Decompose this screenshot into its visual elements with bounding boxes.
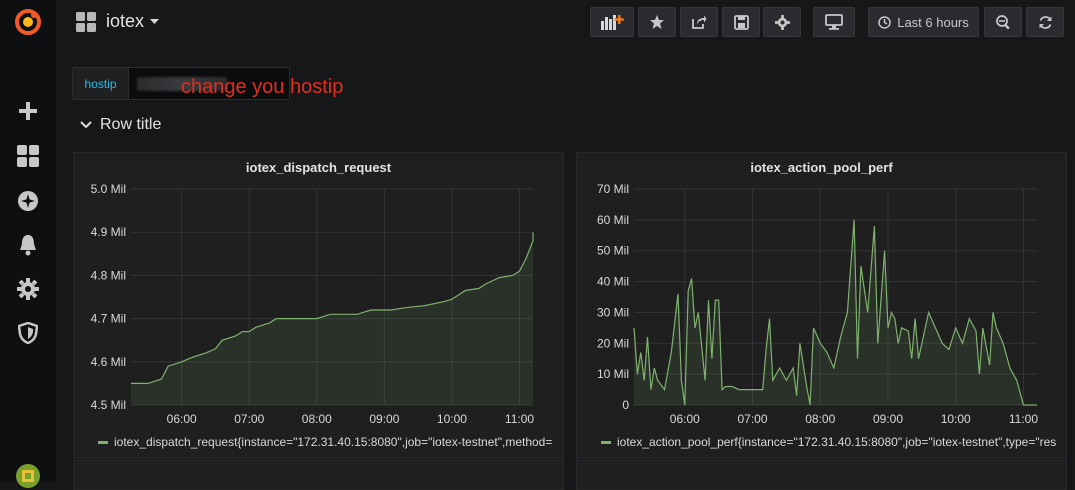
user-avatar-icon[interactable]: [14, 462, 42, 490]
monitor-icon: [825, 14, 843, 30]
legend-swatch: [98, 440, 108, 444]
dashboard-settings-button[interactable]: [763, 7, 801, 37]
share-dashboard-button[interactable]: [680, 7, 718, 37]
panel-partial[interactable]: [576, 460, 1067, 490]
share-icon: [692, 15, 707, 29]
refresh-button[interactable]: [1026, 7, 1064, 37]
x-tick-label: 10:00: [437, 412, 467, 426]
panel-title[interactable]: iotex_dispatch_request: [74, 160, 563, 175]
legend-item[interactable]: iotex_action_pool_perf{instance="172.31.…: [601, 435, 1056, 449]
explore-compass-icon[interactable]: [14, 187, 42, 215]
y-tick-label: 4.6 Mil: [91, 355, 126, 369]
variable-label: hostip: [73, 68, 129, 99]
x-tick-label: 06:00: [670, 412, 700, 426]
star-icon: [650, 15, 664, 29]
caret-down-icon: [150, 18, 160, 24]
row-title: Row title: [100, 116, 162, 133]
zoom-out-icon: [995, 14, 1010, 30]
x-tick-label: 08:00: [805, 412, 835, 426]
shield-icon[interactable]: [14, 319, 42, 347]
plus-icon[interactable]: [14, 97, 42, 125]
zoom-out-button[interactable]: [984, 7, 1022, 37]
save-dashboard-button[interactable]: [722, 7, 760, 37]
row-header[interactable]: Row title: [80, 116, 161, 134]
dashboards-icon[interactable]: [14, 142, 42, 170]
time-picker-button[interactable]: Last 6 hours: [868, 7, 979, 37]
chart-dispatch-request[interactable]: 4.5 Mil 4.6 Mil 4.7 Mil 4.8 Mil 4.9 Mil 5.0 M…: [74, 175, 565, 445]
x-tick-label: 07:00: [738, 412, 768, 426]
chart-action-pool-perf[interactable]: 0 10 Mil 20 Mil 30 Mil 40 Mil 50 Mil 60 Mil 70 …: [577, 175, 1068, 445]
legend-item[interactable]: iotex_dispatch_request{instance="172.31.…: [98, 435, 553, 449]
time-range-label: Last 6 hours: [897, 14, 969, 30]
x-tick-label: 09:00: [873, 412, 903, 426]
dashboard-title: iotex: [106, 11, 145, 31]
y-tick-label: 60 Mil: [597, 213, 629, 227]
cycle-view-mode-button[interactable]: [813, 7, 855, 37]
y-tick-label: 4.9 Mil: [91, 225, 126, 239]
panel-title[interactable]: iotex_action_pool_perf: [577, 160, 1066, 175]
grafana-logo-icon[interactable]: [14, 8, 42, 36]
dashboard-grid-icon: [76, 11, 96, 32]
x-tick-label: 11:00: [505, 412, 534, 426]
y-tick-label: 4.5 Mil: [91, 398, 126, 412]
configuration-gear-icon[interactable]: [14, 275, 42, 303]
x-tick-label: 10:00: [941, 412, 971, 426]
y-tick-label: 4.7 Mil: [91, 312, 126, 326]
settings-gear-icon: [774, 14, 790, 30]
y-tick-label: 50 Mil: [597, 244, 629, 258]
y-tick-label: 5.0 Mil: [91, 182, 126, 196]
save-icon: [733, 14, 749, 30]
add-panel-icon: [601, 15, 624, 30]
legend-label: iotex_dispatch_request{instance="172.31.…: [114, 435, 553, 449]
star-dashboard-button[interactable]: [638, 7, 676, 37]
x-tick-label: 06:00: [167, 412, 197, 426]
y-tick-label: 10 Mil: [597, 367, 629, 381]
alerting-bell-icon[interactable]: [14, 231, 42, 259]
dashboard-picker[interactable]: iotex: [76, 11, 160, 32]
sidebar: [0, 0, 56, 488]
annotation-text: change you hostip: [181, 76, 344, 98]
panel-action-pool-perf[interactable]: iotex_action_pool_perf 0 10 Mil 20 Mil 30 M…: [576, 152, 1067, 459]
x-tick-label: 08:00: [302, 412, 332, 426]
y-tick-label: 70 Mil: [597, 182, 629, 196]
y-tick-label: 4.8 Mil: [91, 268, 126, 282]
x-tick-label: 11:00: [1009, 412, 1038, 426]
panel-partial[interactable]: [73, 460, 564, 490]
chevron-down-icon: [80, 121, 92, 129]
add-panel-button[interactable]: [590, 7, 634, 37]
top-navbar: iotex Last 6 hours: [56, 0, 1075, 46]
y-tick-label: 20 Mil: [597, 336, 629, 350]
x-tick-label: 07:00: [234, 412, 264, 426]
clock-icon: [878, 15, 891, 29]
y-tick-label: 0: [622, 398, 629, 412]
legend-swatch: [601, 440, 611, 444]
y-tick-label: 40 Mil: [597, 275, 629, 289]
refresh-icon: [1039, 15, 1051, 29]
panel-dispatch-request[interactable]: iotex_dispatch_request 4.5 Mil 4.6 Mil 4.7…: [73, 152, 564, 459]
legend-label: iotex_action_pool_perf{instance="172.31.…: [617, 435, 1056, 449]
x-tick-label: 09:00: [369, 412, 399, 426]
y-tick-label: 30 Mil: [597, 305, 629, 319]
